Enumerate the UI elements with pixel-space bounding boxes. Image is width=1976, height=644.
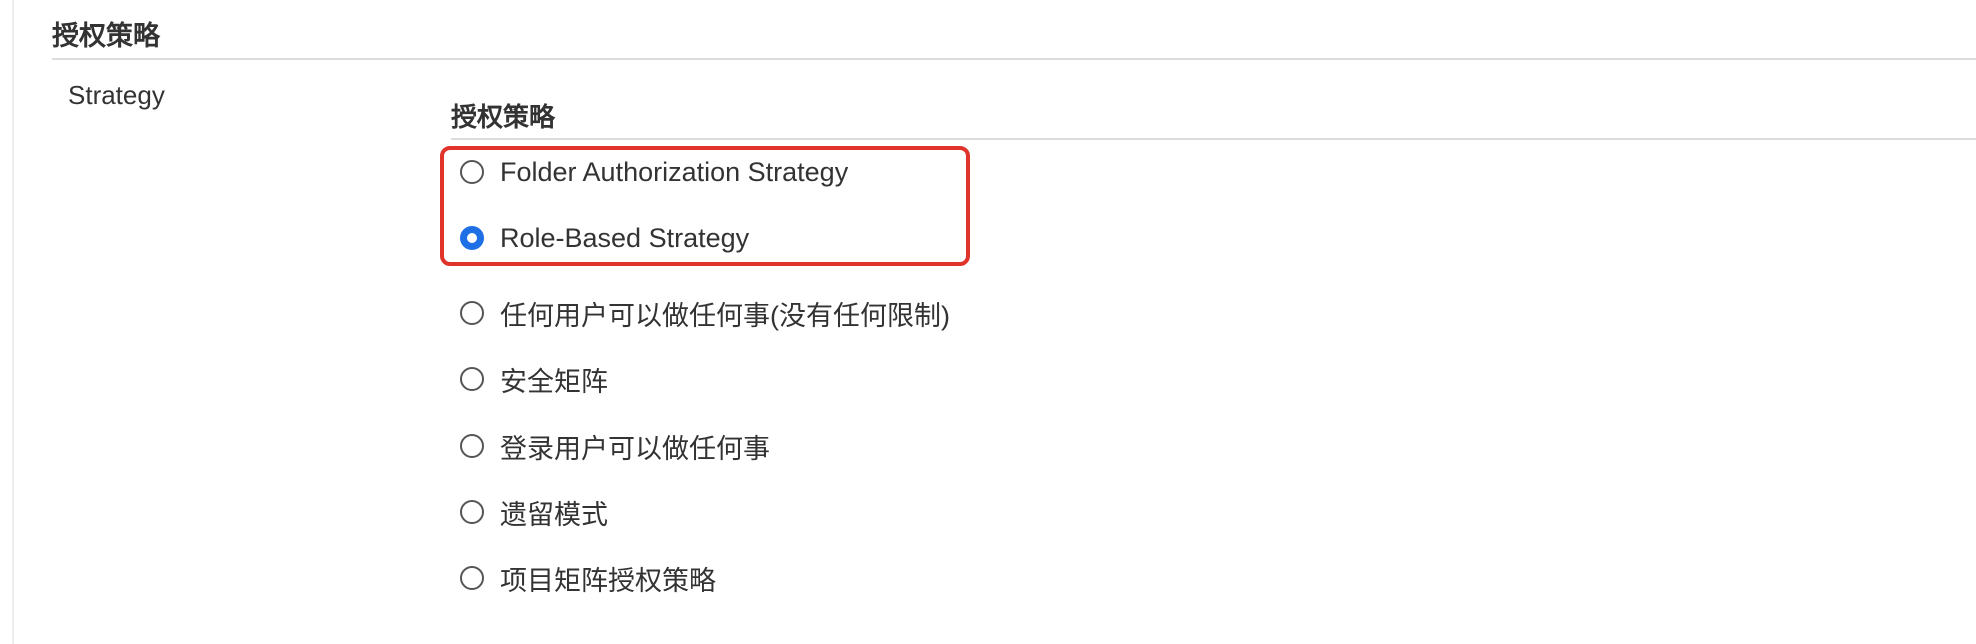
option-label: 登录用户可以做任何事 xyxy=(500,433,770,464)
option-security-matrix[interactable]: 安全矩阵 xyxy=(460,362,608,397)
option-label: 任何用户可以做任何事(没有任何限制) xyxy=(500,300,950,331)
strategy-field-label: Strategy xyxy=(68,80,165,110)
section-title: 授权策略 xyxy=(52,21,160,51)
left-divider xyxy=(12,0,14,644)
option-folder-authorization-strategy[interactable]: Folder Authorization Strategy xyxy=(460,155,848,189)
option-anyone-can-do-anything[interactable]: 任何用户可以做任何事(没有任何限制) xyxy=(460,296,950,331)
option-role-based-strategy[interactable]: Role-Based Strategy xyxy=(460,221,749,255)
section-divider xyxy=(52,58,1976,60)
radio-button[interactable] xyxy=(460,434,484,458)
strategy-group-title: 授权策略 xyxy=(451,102,556,132)
option-label: Folder Authorization Strategy xyxy=(500,156,849,187)
strategy-group-divider xyxy=(451,138,1976,140)
radio-button-selected[interactable] xyxy=(460,226,484,250)
option-legacy-mode[interactable]: 遗留模式 xyxy=(460,495,608,530)
radio-button[interactable] xyxy=(460,566,484,590)
radio-button[interactable] xyxy=(460,160,484,184)
option-label: 遗留模式 xyxy=(500,499,608,530)
option-label: 安全矩阵 xyxy=(500,366,608,397)
radio-button[interactable] xyxy=(460,367,484,391)
option-label: Role-Based Strategy xyxy=(500,222,750,253)
option-project-matrix-authorization[interactable]: 项目矩阵授权策略 xyxy=(460,561,716,596)
authorization-settings-page: 授权策略 Strategy 授权策略 Folder Authorization … xyxy=(0,0,1976,644)
radio-button[interactable] xyxy=(460,500,484,524)
option-logged-in-users-can-do-anything[interactable]: 登录用户可以做任何事 xyxy=(460,429,770,464)
option-label: 项目矩阵授权策略 xyxy=(500,565,716,596)
radio-button[interactable] xyxy=(460,301,484,325)
